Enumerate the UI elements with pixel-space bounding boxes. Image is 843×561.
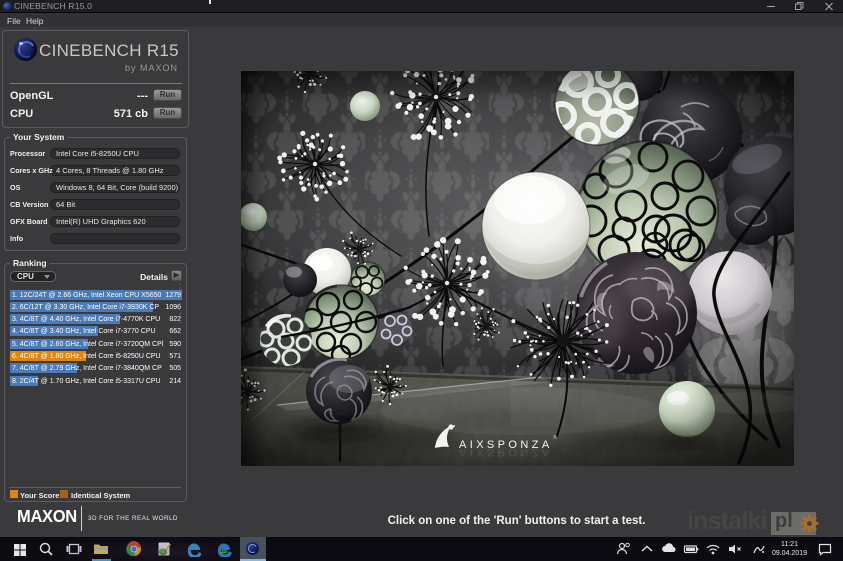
svg-text:AIXSPONZA: AIXSPONZA <box>459 446 553 458</box>
svg-text:®: ® <box>553 434 557 441</box>
